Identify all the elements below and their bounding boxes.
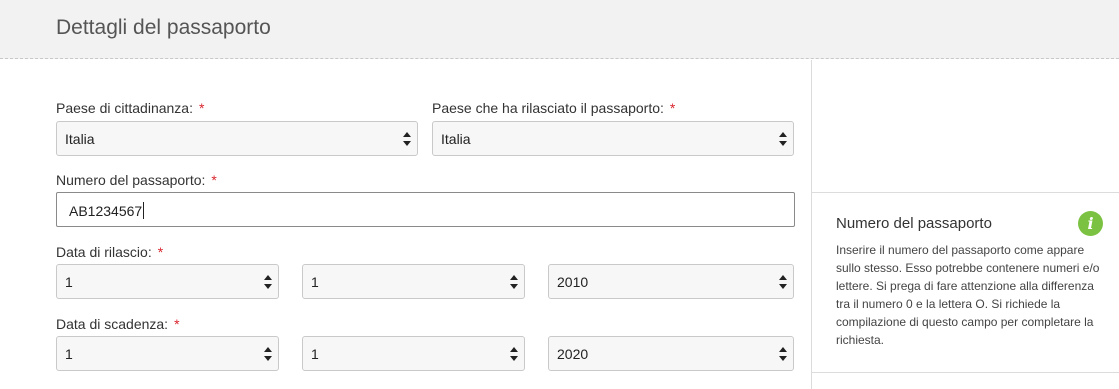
select-arrows-icon	[779, 274, 787, 290]
select-arrows-icon	[403, 131, 411, 147]
help-sidebar: Numero del passaporto i Inserire il nume…	[811, 60, 1119, 389]
issuing-country-label: Paese che ha rilasciato il passaporto: *	[432, 100, 675, 116]
required-marker: *	[174, 316, 180, 332]
help-text: Inserire il numero del passaporto come a…	[836, 243, 1100, 347]
passport-number-label-text: Numero del passaporto:	[56, 172, 206, 188]
help-title: Numero del passaporto	[836, 215, 992, 232]
issue-month-value: 1	[311, 274, 319, 290]
required-marker: *	[198, 100, 205, 116]
issue-year-value: 2010	[557, 274, 589, 290]
issue-day-select[interactable]: 1	[56, 264, 279, 299]
required-marker: *	[669, 100, 676, 116]
expiry-day-select[interactable]: 1	[56, 336, 279, 371]
issue-day-value: 1	[65, 274, 73, 290]
help-box: Numero del passaporto i Inserire il nume…	[812, 192, 1119, 373]
page-header: Dettagli del passaporto	[0, 0, 1119, 59]
issue-date-label: Data di rilascio: *	[56, 244, 163, 260]
page-title: Dettagli del passaporto	[56, 16, 271, 39]
select-arrows-icon	[779, 346, 787, 362]
passport-number-input[interactable]: AB1234567	[56, 192, 795, 227]
expiry-month-select[interactable]: 1	[302, 336, 525, 371]
passport-number-value: AB1234567	[69, 203, 143, 219]
issuing-country-label-text: Paese che ha rilasciato il passaporto:	[432, 100, 664, 116]
select-arrows-icon	[510, 346, 518, 362]
select-arrows-icon	[510, 274, 518, 290]
passport-form: Paese di cittadinanza: * Italia Paese che…	[0, 60, 811, 389]
expiry-day-value: 1	[65, 346, 73, 362]
issuing-country-value: Italia	[441, 131, 471, 147]
select-arrows-icon	[264, 274, 272, 290]
citizenship-select[interactable]: Italia	[56, 121, 418, 156]
info-icon: i	[1078, 211, 1103, 236]
citizenship-label-text: Paese di cittadinanza:	[56, 100, 193, 116]
expiry-year-select[interactable]: 2020	[548, 336, 794, 371]
expiry-month-value: 1	[311, 346, 319, 362]
text-cursor	[143, 202, 145, 219]
issue-year-select[interactable]: 2010	[548, 264, 794, 299]
passport-number-label: Numero del passaporto: *	[56, 172, 217, 188]
expiry-date-label-text: Data di scadenza:	[56, 316, 169, 332]
required-marker: *	[157, 244, 164, 260]
citizenship-value: Italia	[65, 131, 95, 147]
issue-month-select[interactable]: 1	[302, 264, 525, 299]
issue-date-label-text: Data di rilascio:	[56, 244, 152, 260]
expiry-date-label: Data di scadenza: *	[56, 316, 180, 332]
select-arrows-icon	[779, 131, 787, 147]
required-marker: *	[211, 172, 217, 188]
expiry-year-value: 2020	[557, 346, 589, 362]
issuing-country-select[interactable]: Italia	[432, 121, 794, 156]
select-arrows-icon	[264, 346, 272, 362]
citizenship-label: Paese di cittadinanza: *	[56, 100, 204, 116]
